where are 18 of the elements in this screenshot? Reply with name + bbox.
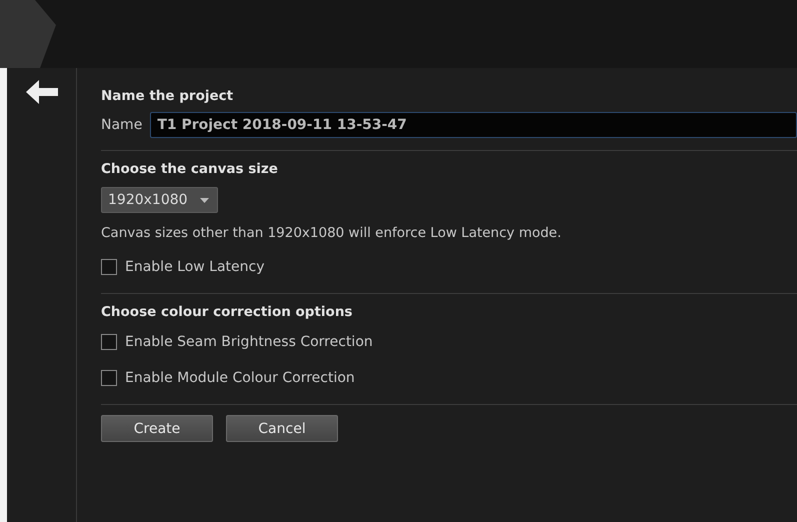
dialog-button[interactable]: Cancel <box>226 415 338 442</box>
section-title: Name the project <box>101 87 234 106</box>
checkbox-label[interactable]: Enable Seam Brightness Correction <box>125 334 373 350</box>
section-title: Choose the canvas size <box>101 160 279 179</box>
field-label: Name <box>101 117 142 133</box>
back-arrow-icon[interactable] <box>26 80 58 104</box>
checkbox-label[interactable]: Enable Low Latency <box>125 259 264 275</box>
section-title: Choose colour correction options <box>101 303 354 322</box>
corner-shape <box>0 0 56 68</box>
checkbox[interactable] <box>101 334 117 350</box>
checkbox[interactable] <box>101 370 117 386</box>
dialog-button[interactable]: Create <box>101 415 213 442</box>
canvas-size-dropdown[interactable]: 1920x1080 <box>101 187 218 213</box>
name-input-field[interactable]: T1 Project 2018-09-11 13-53-47 <box>150 112 797 138</box>
checkbox[interactable] <box>101 259 117 275</box>
caret-icon <box>200 198 209 202</box>
info-text: Canvas sizes other than 1920x1080 will enforce Low Latency mode. <box>101 224 562 243</box>
checkbox-label[interactable]: Enable Module Colour Correction <box>125 370 355 386</box>
